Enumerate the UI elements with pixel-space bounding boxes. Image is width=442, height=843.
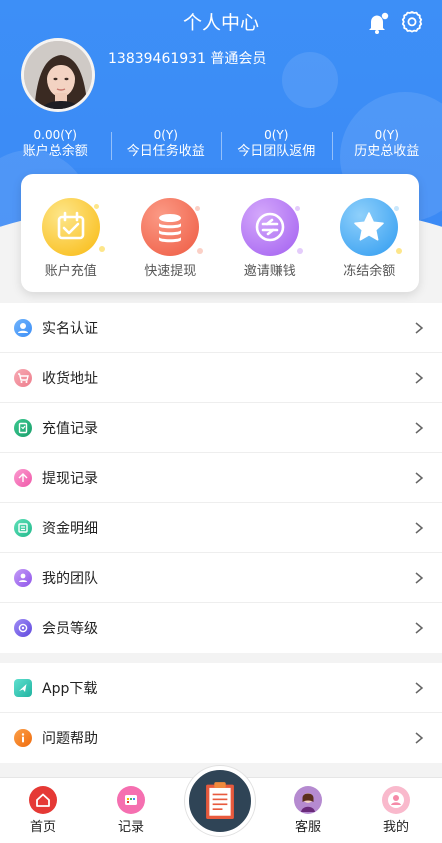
menu-item-label: 提现记录 [42, 470, 98, 487]
center-task-button[interactable] [185, 766, 255, 836]
stat-today-task-income: 0(Y) 今日任务收益 [110, 128, 222, 161]
withdraw-record-icon [14, 468, 32, 487]
coin-stack-icon [141, 198, 200, 256]
quick-action-recharge[interactable]: 账户充值 [26, 198, 116, 292]
menu-item-member-level[interactable]: 会员等级 [0, 603, 442, 653]
menu-item-recharge-record[interactable]: 充值记录 [0, 403, 442, 453]
recharge-record-icon [14, 418, 32, 437]
menu-item-label: 收货地址 [42, 370, 98, 387]
stat-label: 今日团队返佣 [237, 144, 316, 159]
menu-item-fund-detail[interactable]: 资金明细 [0, 503, 442, 553]
menu-item-label: 充值记录 [42, 420, 98, 437]
stat-label: 历史总收益 [354, 144, 420, 159]
tab-label: 客服 [294, 820, 321, 835]
tab-mine[interactable]: 我的 [366, 786, 426, 835]
avatar[interactable] [21, 38, 95, 112]
stat-today-team-commission: 0(Y) 今日团队返佣 [221, 128, 332, 161]
menu-item-shipping-address[interactable]: 收货地址 [0, 353, 442, 403]
stat-label: 今日任务收益 [126, 144, 205, 159]
chevron-right-icon [415, 681, 424, 694]
clipboard-icon [206, 782, 234, 819]
team-icon [14, 568, 32, 587]
quick-action-label: 冻结余额 [343, 264, 396, 279]
stat-total-balance: 0.00(Y) 账户总余额 [0, 128, 111, 161]
user-verify-icon [14, 318, 32, 337]
tab-label: 我的 [382, 820, 409, 835]
chevron-right-icon [415, 732, 424, 744]
menu-item-help[interactable]: 问题帮助 [0, 713, 442, 763]
menu-item-label: 实名认证 [42, 320, 98, 337]
menu-item-real-name-auth[interactable]: 实名认证 [0, 303, 442, 353]
tab-label: 首页 [29, 820, 56, 835]
calendar-check-icon [41, 198, 100, 256]
chevron-right-icon [415, 371, 424, 384]
profile-icon [382, 786, 410, 814]
quick-action-label: 快速提现 [144, 264, 197, 279]
customer-service-icon [294, 786, 322, 814]
quick-action-label: 账户充值 [44, 264, 97, 279]
quick-action-frozen-balance[interactable]: 冻结余额 [324, 198, 414, 292]
gear-icon[interactable] [400, 10, 424, 34]
quick-action-label: 邀请赚钱 [243, 264, 296, 279]
stat-value: 0(Y) [374, 128, 399, 142]
menu-item-label: App下载 [42, 680, 98, 697]
record-icon [117, 786, 145, 814]
phone-and-member-level: 13839461931 普通会员 [108, 51, 267, 67]
chevron-right-icon [415, 321, 424, 334]
personal-center-page: 个人中心 13839461931 普通会员 0.00(Y) 账户总余额 0(Y)… [0, 0, 442, 843]
tab-label: 记录 [117, 820, 144, 835]
home-icon [29, 786, 57, 814]
star-icon [340, 198, 399, 256]
menu-item-withdraw-record[interactable]: 提现记录 [0, 453, 442, 503]
chevron-right-icon [415, 471, 424, 484]
menu-item-my-team[interactable]: 我的团队 [0, 553, 442, 603]
bell-icon[interactable] [366, 12, 390, 34]
invite-badge-icon [240, 198, 299, 256]
chevron-right-icon [415, 421, 424, 434]
menu-item-label: 我的团队 [42, 570, 98, 587]
tab-home[interactable]: 首页 [13, 786, 73, 835]
tab-records[interactable]: 记录 [101, 786, 161, 835]
menu-group-account: 实名认证 收货地址 充值记录 提现记录 资金明细 我的团队 会员等级 [0, 303, 442, 653]
stat-value: 0.00(Y) [33, 128, 77, 142]
quick-actions-card: 账户充值 快速提现 邀请赚钱 冻结余额 [21, 174, 419, 292]
stat-label: 账户总余额 [22, 144, 88, 159]
menu-group-support: App下载 问题帮助 [0, 663, 442, 763]
stats-row: 0.00(Y) 账户总余额 0(Y) 今日任务收益 0(Y) 今日团队返佣 0(… [0, 128, 442, 161]
chevron-right-icon [415, 622, 424, 634]
chevron-right-icon [415, 521, 424, 534]
quick-action-invite[interactable]: 邀请赚钱 [225, 198, 315, 292]
menu-item-label: 会员等级 [42, 621, 98, 637]
menu-item-label: 资金明细 [42, 520, 98, 537]
chevron-right-icon [415, 571, 424, 584]
download-icon [14, 678, 32, 697]
menu-item-app-download[interactable]: App下载 [0, 663, 442, 713]
stat-history-total-income: 0(Y) 历史总收益 [331, 128, 442, 161]
menu-item-label: 问题帮助 [42, 731, 98, 747]
fund-detail-icon [14, 518, 32, 537]
stat-value: 0(Y) [153, 128, 178, 142]
tab-customer-service[interactable]: 客服 [278, 786, 338, 835]
shopping-cart-icon [14, 368, 32, 387]
help-info-icon [14, 729, 32, 747]
member-level-icon [14, 619, 32, 637]
quick-action-withdraw[interactable]: 快速提现 [125, 198, 215, 292]
stat-value: 0(Y) [264, 128, 289, 142]
